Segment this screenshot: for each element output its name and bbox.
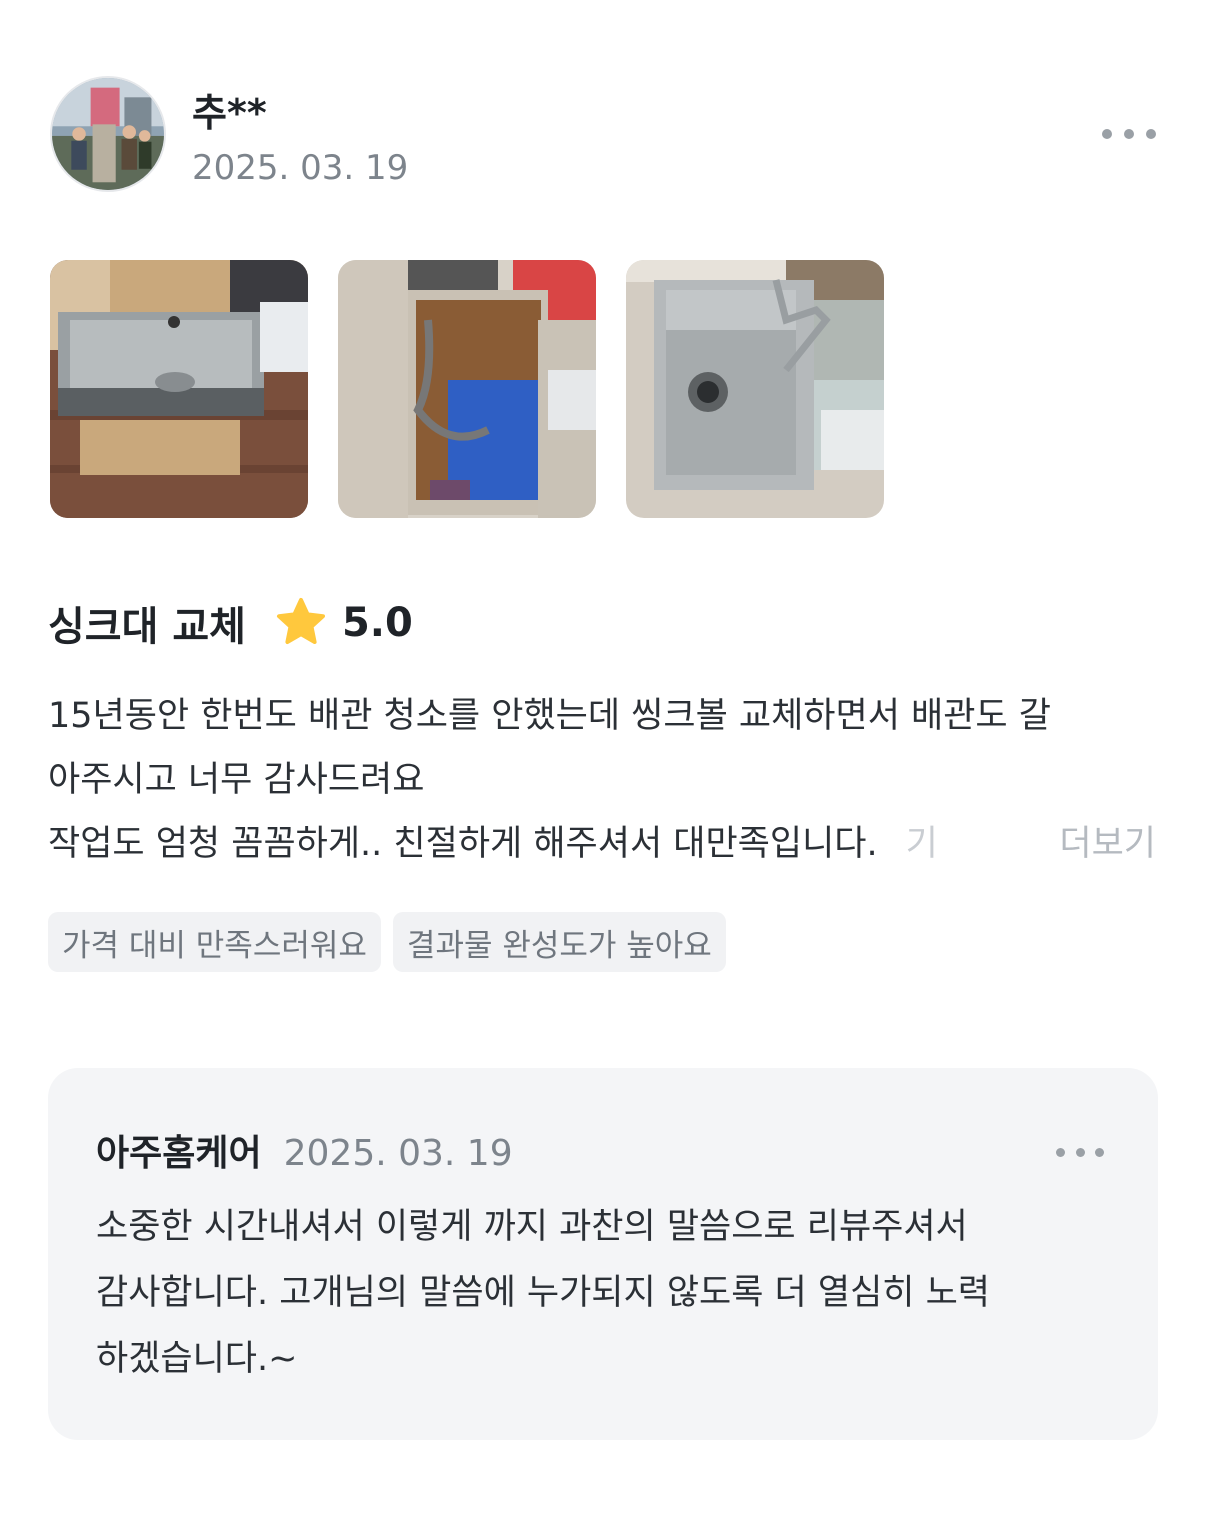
reply-line: 감사합니다. 고개님의 말씀에 누가되지 않도록 더 열심히 노력 xyxy=(96,1273,991,1313)
reply-date: 2025. 03. 19 xyxy=(283,1133,513,1174)
tag-chip: 가격 대비 만족스러워요 xyxy=(48,912,381,972)
read-more-link[interactable]: 더보기 xyxy=(1019,812,1156,876)
review-title-row: 싱크대 교체 5.0 xyxy=(48,590,413,656)
service-title: 싱크대 교체 xyxy=(48,604,246,650)
photo-gallery xyxy=(50,260,884,518)
review-body-line: 15년동안 한번도 배관 청소를 안했는데 씽크볼 교체하면서 배관도 갈 xyxy=(48,696,1051,736)
reply-more-options-icon[interactable] xyxy=(1056,1142,1104,1162)
reply-author: 아주홈케어 xyxy=(96,1133,262,1174)
reply-line: 하겠습니다.~ xyxy=(96,1339,298,1379)
review-date: 2025. 03. 19 xyxy=(192,148,409,188)
reply-line: 소중한 시간내셔서 이렇게 까지 과찬의 말씀으로 리뷰주셔서 xyxy=(96,1207,968,1247)
sink-in-box-photo[interactable] xyxy=(50,260,308,518)
review-tags: 가격 대비 만족스러워요 결과물 완성도가 높아요 xyxy=(48,912,726,972)
truncated-text: 기 xyxy=(905,824,938,864)
installed-sink-photo[interactable] xyxy=(626,260,884,518)
reply-body: 소중한 시간내셔서 이렇게 까지 과찬의 말씀으로 리뷰주셔서 감사합니다. 고… xyxy=(96,1194,1106,1392)
reply-header: 아주홈케어 2025. 03. 19 xyxy=(96,1124,513,1176)
tag-chip: 결과물 완성도가 높아요 xyxy=(392,912,726,972)
author-name: 추** xyxy=(192,91,267,135)
rating-value: 5.0 xyxy=(341,600,413,646)
review-header: 추** 2025. 03. 19 xyxy=(50,76,1160,194)
review-body-line: 아주시고 너무 감사드려요 xyxy=(48,760,425,800)
review-body-line: 작업도 엄청 꼼꼼하게.. 친절하게 해주셔서 대만족입니다. 기 xyxy=(48,812,1160,876)
more-options-icon[interactable] xyxy=(1102,122,1156,146)
profile-photo-icon xyxy=(52,78,164,190)
business-reply: 아주홈케어 2025. 03. 19 소중한 시간내셔서 이렇게 까지 과찬의 … xyxy=(48,1068,1158,1440)
review-body-line-text: 작업도 엄청 꼼꼼하게.. 친절하게 해주셔서 대만족입니다. xyxy=(48,824,878,864)
cabinet-under-sink-photo[interactable] xyxy=(338,260,596,518)
star-icon xyxy=(276,598,325,644)
avatar[interactable] xyxy=(50,76,166,192)
review-body: 15년동안 한번도 배관 청소를 안했는데 씽크볼 교체하면서 배관도 갈 아주… xyxy=(48,684,1160,876)
